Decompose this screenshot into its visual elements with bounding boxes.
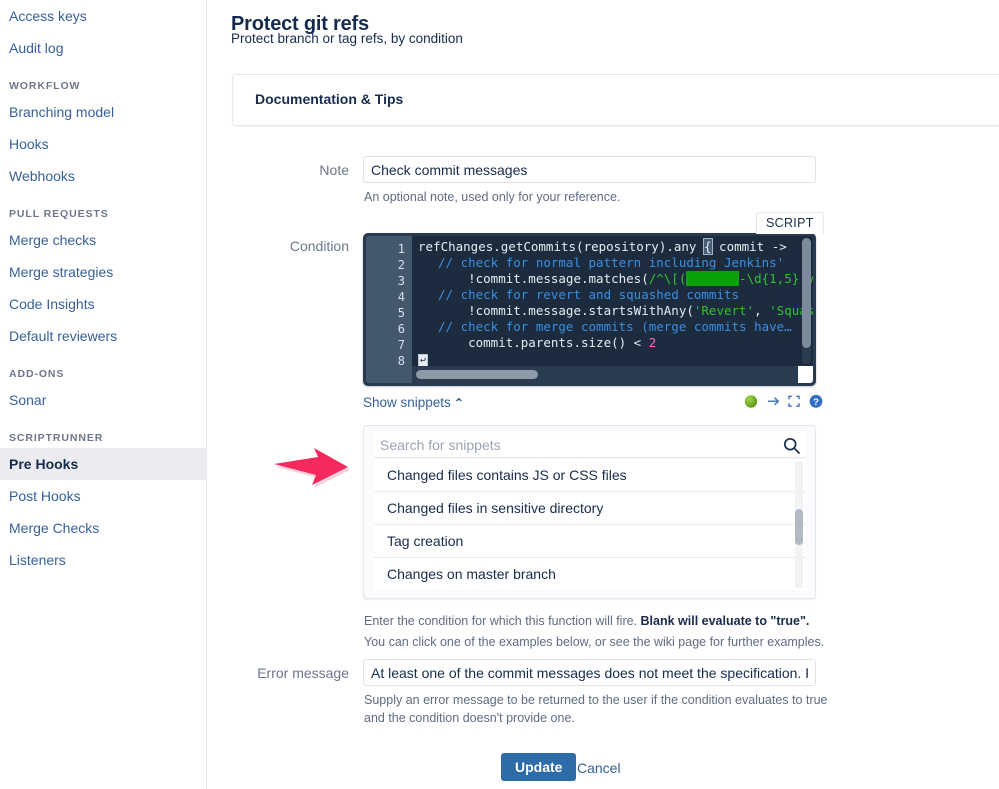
snippet-list-scrollbar-thumb[interactable]: [795, 509, 803, 545]
chevron-up-icon: ⌃: [453, 396, 464, 410]
sidebar-item-listeners[interactable]: Listeners: [0, 544, 206, 576]
condition-help-bold: Blank will evaluate to "true".: [640, 614, 810, 628]
editor-line-number: 1: [397, 242, 405, 256]
condition-label: Condition: [289, 238, 349, 254]
snippet-list-item[interactable]: Changed files in sensitive directory: [374, 492, 806, 525]
editor-toolbar: ?: [743, 393, 827, 411]
code-editor-surface[interactable]: 1 2 3 4 5 6 7 8 refChanges.getCommits(repositor…: [366, 236, 813, 383]
sidebar-heading-workflow: WORKFLOW: [9, 80, 81, 92]
sidebar-item-merge-checks[interactable]: Merge checks: [0, 224, 206, 256]
editor-horizontal-scrollbar[interactable]: [412, 366, 813, 383]
editor-line-number: 6: [397, 322, 405, 336]
editor-line-number: 8: [397, 354, 405, 368]
sidebar-heading-add-ons: ADD-ONS: [9, 368, 65, 380]
sidebar-item-post-hooks[interactable]: Post Hooks: [0, 480, 206, 512]
cancel-button[interactable]: Cancel: [577, 760, 621, 776]
condition-code-editor[interactable]: 1 2 3 4 5 6 7 8 refChanges.getCommits(repositor…: [363, 233, 816, 386]
editor-code-line: !commit.message.startsWithAny('Revert', …: [438, 303, 813, 318]
condition-help-plain: Enter the condition for which this funct…: [364, 614, 641, 628]
editor-line-number: 4: [397, 290, 405, 304]
documentation-tips-title: Documentation & Tips: [255, 91, 404, 107]
snippet-list[interactable]: Changed files contains JS or CSS files Ch…: [374, 459, 806, 590]
editor-vertical-scrollbar-thumb[interactable]: [802, 238, 811, 348]
note-input[interactable]: [363, 156, 816, 183]
editor-line-number: 2: [397, 258, 405, 272]
svg-text:?: ?: [813, 397, 819, 408]
editor-horizontal-scrollbar-thumb[interactable]: [416, 370, 538, 379]
error-message-help-line-2: and the condition doesn't provide one.: [364, 711, 575, 725]
app-root: Access keys Audit log WORKFLOW Branching mo…: [0, 0, 999, 789]
note-help-text: An optional note, used only for your ref…: [364, 190, 621, 204]
editor-line-number: 3: [397, 274, 405, 288]
sidebar-item-merge-strategies[interactable]: Merge strategies: [0, 256, 206, 288]
sidebar-item-sonar[interactable]: Sonar: [0, 384, 206, 416]
error-message-input[interactable]: [363, 659, 816, 686]
snippet-list-item[interactable]: Changed files contains JS or CSS files: [374, 459, 806, 492]
sidebar-item-merge-checks[interactable]: Merge Checks: [0, 512, 206, 544]
editor-code-line: commit.parents.size() < 2: [438, 335, 657, 350]
sidebar-item-default-reviewers[interactable]: Default reviewers: [0, 320, 206, 352]
editor-line-number: 7: [397, 338, 405, 352]
sidebar-item-access-keys[interactable]: Access keys: [0, 0, 206, 32]
editor-vertical-scrollbar[interactable]: [802, 238, 811, 364]
editor-code-line: // check for merge commits (merge commit…: [438, 319, 792, 334]
sidebar-heading-pull-requests: PULL REQUESTS: [9, 208, 109, 220]
settings-sidebar: Access keys Audit log WORKFLOW Branching mo…: [0, 0, 207, 789]
editor-line-number: 5: [397, 306, 405, 320]
note-label: Note: [319, 162, 349, 178]
sidebar-item-hooks[interactable]: Hooks: [0, 128, 206, 160]
show-snippets-toggle[interactable]: Show snippets ⌃: [363, 395, 464, 410]
show-snippets-label: Show snippets: [363, 395, 451, 410]
editor-code-line: !commit.message.matches(/^\[(███████-\d{…: [438, 271, 813, 286]
sidebar-item-code-insights[interactable]: Code Insights: [0, 288, 206, 320]
error-message-label: Error message: [257, 665, 349, 681]
editor-code-line: // check for revert and squashed commits: [438, 287, 740, 302]
update-button[interactable]: Update: [501, 753, 577, 781]
snippet-list-item[interactable]: Changes on master branch: [374, 558, 806, 590]
sidebar-item-audit-log[interactable]: Audit log: [0, 32, 206, 64]
condition-help-line-1: Enter the condition for which this funct…: [364, 613, 984, 630]
snippet-list-scrollbar[interactable]: [795, 461, 803, 588]
snippet-search-input[interactable]: [374, 433, 806, 458]
editor-code-line: // check for normal pattern including Je…: [438, 255, 785, 270]
documentation-tips-panel[interactable]: Documentation & Tips: [232, 74, 999, 126]
help-icon[interactable]: ?: [808, 393, 824, 414]
fullscreen-icon[interactable]: [786, 393, 802, 414]
condition-help-line-2: You can click one of the examples below,…: [364, 635, 825, 649]
snippet-list-item[interactable]: Tag creation: [374, 525, 806, 558]
script-tab[interactable]: SCRIPT: [756, 212, 824, 234]
main-content: Protect git refs Protect branch or tag r…: [207, 0, 999, 789]
editor-scrollbar-corner: [798, 366, 813, 383]
sidebar-item-webhooks[interactable]: Webhooks: [0, 160, 206, 192]
editor-code-area[interactable]: refChanges.getCommits(repository).any { …: [412, 236, 813, 366]
editor-code-line: refChanges.getCommits(repository).any { …: [418, 238, 787, 255]
sidebar-item-pre-hooks[interactable]: Pre Hooks: [0, 448, 206, 480]
search-icon[interactable]: [782, 436, 801, 455]
editor-code-line: ↩: [418, 354, 429, 366]
error-message-help-line-1: Supply an error message to be returned t…: [364, 693, 828, 707]
page-subtitle: Protect branch or tag refs, by condition: [231, 31, 463, 46]
sidebar-item-branching-model[interactable]: Branching model: [0, 96, 206, 128]
sidebar-heading-scriptrunner: SCRIPTRUNNER: [9, 432, 104, 444]
editor-line-number-gutter: 1 2 3 4 5 6 7 8: [366, 236, 412, 383]
status-ok-indicator: [743, 393, 759, 414]
run-arrow-icon[interactable]: [766, 393, 782, 414]
snippets-panel[interactable]: Changed files contains JS or CSS filesCh…: [363, 425, 816, 599]
